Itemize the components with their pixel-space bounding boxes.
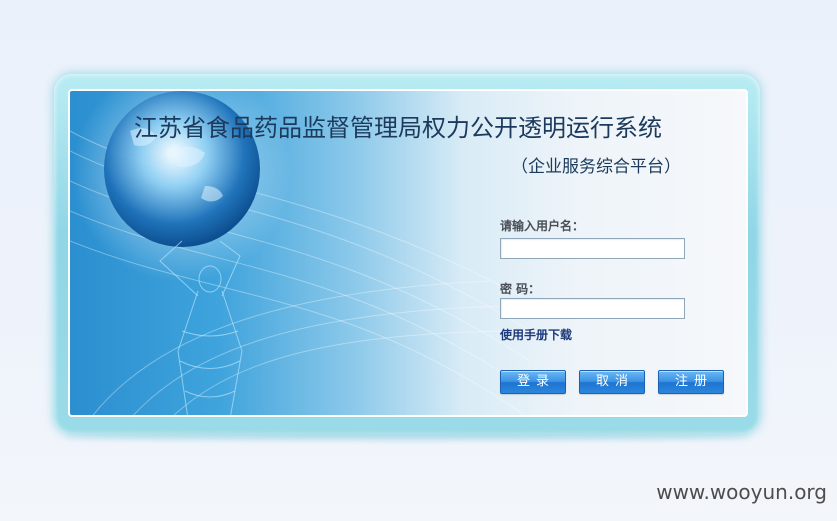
- password-label: 密 码：: [500, 282, 541, 296]
- register-button[interactable]: 注册: [658, 370, 724, 394]
- username-input[interactable]: [500, 238, 685, 259]
- manual-download-link[interactable]: 使用手册下载: [500, 326, 572, 343]
- login-button[interactable]: 登录: [500, 370, 566, 394]
- page-subtitle: （企业服务综合平台）: [511, 157, 681, 177]
- password-input[interactable]: [500, 298, 685, 319]
- username-label: 请输入用户名：: [500, 219, 585, 233]
- watermark-text: www.wooyun.org: [656, 480, 827, 504]
- cancel-button[interactable]: 取消: [579, 370, 645, 394]
- page-title: 江苏省食品药品监督管理局权力公开透明运行系统: [134, 114, 662, 142]
